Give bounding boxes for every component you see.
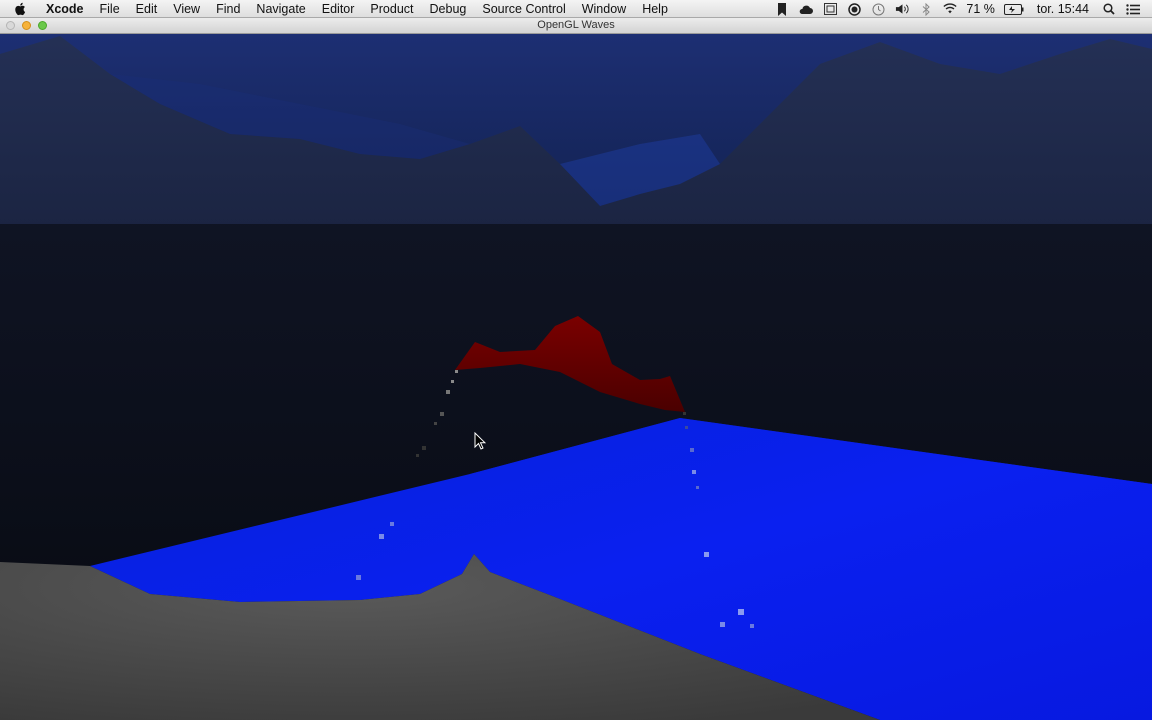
menu-edit[interactable]: Edit xyxy=(128,0,166,18)
screen-icon[interactable] xyxy=(823,2,837,16)
particle xyxy=(750,624,754,628)
particle xyxy=(379,534,384,539)
menu-bar: Xcode File Edit View Find Navigate Edito… xyxy=(0,0,1152,18)
menu-window[interactable]: Window xyxy=(574,0,634,18)
mouse-cursor-icon xyxy=(474,432,486,450)
clock[interactable]: tor. 15:44 xyxy=(1029,0,1097,18)
wifi-icon[interactable] xyxy=(943,2,957,16)
particle xyxy=(685,426,688,429)
particle xyxy=(440,412,444,416)
record-icon[interactable] xyxy=(847,2,861,16)
bookmark-icon[interactable] xyxy=(775,2,789,16)
notification-center-icon[interactable] xyxy=(1126,2,1140,16)
battery-icon[interactable] xyxy=(1003,2,1024,16)
menu-debug[interactable]: Debug xyxy=(422,0,475,18)
particle xyxy=(704,552,709,557)
menu-navigate[interactable]: Navigate xyxy=(248,0,313,18)
bluetooth-icon[interactable] xyxy=(919,2,933,16)
particle xyxy=(738,609,744,615)
particle xyxy=(720,622,725,627)
particle xyxy=(434,422,437,425)
particle xyxy=(390,522,394,526)
time-machine-icon[interactable] xyxy=(871,2,885,16)
particle xyxy=(356,575,361,580)
volume-icon[interactable] xyxy=(895,2,909,16)
menu-find[interactable]: Find xyxy=(208,0,248,18)
window-titlebar: OpenGL Waves xyxy=(0,18,1152,34)
menu-help[interactable]: Help xyxy=(634,0,676,18)
battery-percent: 71 % xyxy=(966,2,995,16)
spotlight-icon[interactable] xyxy=(1102,2,1116,16)
menu-editor[interactable]: Editor xyxy=(314,0,363,18)
apple-icon[interactable] xyxy=(14,2,32,16)
menu-file[interactable]: File xyxy=(92,0,128,18)
particle xyxy=(690,448,694,452)
cloud-icon[interactable] xyxy=(799,2,814,16)
menu-app-name[interactable]: Xcode xyxy=(42,0,92,18)
window-title: OpenGL Waves xyxy=(537,19,615,31)
particle xyxy=(416,454,419,457)
particle xyxy=(446,390,450,394)
menu-source-control[interactable]: Source Control xyxy=(474,0,573,18)
particle xyxy=(422,446,426,450)
opengl-viewport[interactable] xyxy=(0,34,1152,720)
menu-view[interactable]: View xyxy=(165,0,208,18)
particle xyxy=(455,370,458,373)
menu-product[interactable]: Product xyxy=(362,0,421,18)
particle xyxy=(692,470,696,474)
particle xyxy=(696,486,699,489)
particle xyxy=(451,380,454,383)
particle xyxy=(683,412,686,415)
